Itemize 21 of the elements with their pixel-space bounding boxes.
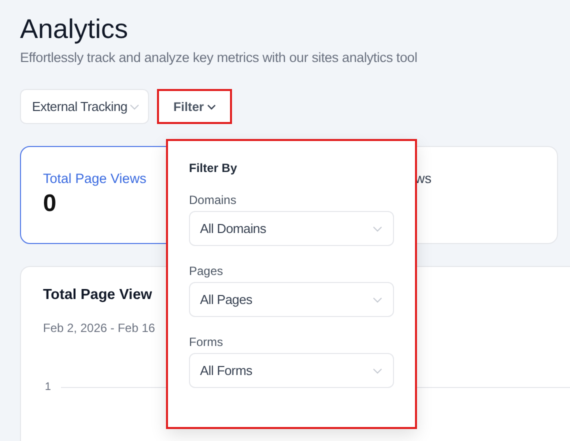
page-title: Analytics: [20, 13, 130, 46]
date-range: Feb 2, 2026 - Feb 16: [43, 321, 156, 335]
chart-title: Total Page View: [43, 287, 152, 303]
dropdown-select[interactable]: All Domains: [189, 211, 394, 246]
source-select[interactable]: External Tracking: [20, 89, 150, 124]
axis-tick-label: 1: [44, 381, 51, 393]
filter-button[interactable]: Filter: [157, 89, 232, 124]
stat-label: Total Page Views: [43, 171, 148, 186]
stat-value: 0: [43, 190, 56, 218]
page-subtitle: Effortlessly track and analyze key metrics with our sites analytics tool: [20, 50, 418, 65]
chevron-icon: [372, 296, 383, 302]
chevron-icon: [206, 104, 216, 110]
dropdown-select[interactable]: All Pages: [189, 282, 394, 317]
menu-heading: Filter By: [189, 161, 238, 175]
dropdown-select[interactable]: All Forms: [189, 353, 394, 388]
chevron-icon: [129, 104, 140, 110]
chevron-icon: [372, 226, 383, 232]
chevron-icon: [372, 368, 383, 374]
field-label: Domains: [189, 193, 238, 207]
field-label: Pages: [189, 264, 224, 278]
field-label: Forms: [189, 335, 224, 349]
